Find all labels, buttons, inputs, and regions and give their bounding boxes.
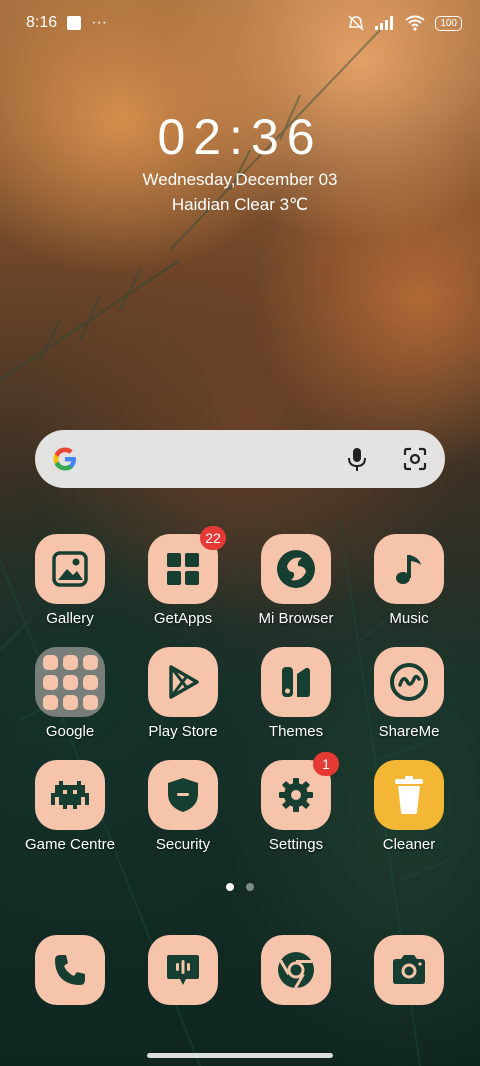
app-label: Security	[155, 836, 211, 853]
clock-widget-date: Wednesday,December 03	[142, 170, 338, 189]
app-shareme[interactable]: ShareMe	[354, 647, 464, 757]
music-icon	[374, 534, 444, 604]
page-dot	[246, 883, 254, 891]
battery-icon: 100	[435, 15, 462, 31]
app-getapps[interactable]: 22 GetApps	[128, 526, 238, 644]
shareme-icon	[374, 647, 444, 717]
notification-square-icon	[67, 16, 82, 30]
dock-phone[interactable]	[15, 935, 125, 1007]
app-label: Play Store	[148, 723, 218, 740]
play-store-icon	[148, 647, 218, 717]
messages-icon	[148, 935, 218, 1005]
app-mi-browser[interactable]: Mi Browser	[241, 534, 351, 644]
status-time: 8:16	[26, 14, 58, 31]
cleaner-icon	[374, 760, 444, 830]
game-icon	[35, 760, 105, 830]
app-label: Gallery	[46, 610, 94, 627]
app-label: ShareMe	[378, 723, 440, 740]
app-play-store[interactable]: Play Store	[128, 647, 238, 757]
status-bar: 8:16 ··· 100	[0, 0, 480, 46]
dock-chrome[interactable]	[241, 935, 351, 1007]
app-gallery[interactable]: Gallery	[15, 534, 125, 644]
app-label: Mi Browser	[258, 610, 334, 627]
app-settings[interactable]: 1 Settings	[241, 752, 351, 870]
app-label: GetApps	[153, 610, 213, 627]
mute-icon	[348, 15, 364, 31]
lens-icon[interactable]	[401, 445, 429, 473]
themes-icon	[261, 647, 331, 717]
folder-icon	[35, 647, 105, 717]
app-label: Settings	[268, 836, 324, 853]
app-themes[interactable]: Themes	[241, 647, 351, 757]
wifi-icon	[405, 15, 425, 31]
google-search-bar[interactable]	[35, 430, 445, 488]
chrome-icon	[261, 935, 331, 1005]
app-music[interactable]: Music	[354, 534, 464, 644]
google-g-icon	[53, 447, 76, 471]
app-game-centre[interactable]: Game Centre	[15, 760, 125, 870]
dock-messages[interactable]	[128, 935, 238, 1007]
app-label: Cleaner	[382, 836, 436, 853]
browser-icon	[261, 534, 331, 604]
app-label: Game Centre	[24, 836, 116, 853]
more-dots-icon: ···	[91, 14, 108, 31]
camera-icon	[374, 935, 444, 1005]
clock-widget-time[interactable]: 02:36	[0, 108, 480, 166]
dock-camera[interactable]	[354, 935, 464, 1007]
app-label: Google	[45, 723, 95, 740]
signal-icon	[375, 16, 394, 30]
notification-badge: 1	[313, 752, 339, 776]
app-cleaner[interactable]: Cleaner	[354, 760, 464, 870]
app-label: Themes	[268, 723, 324, 740]
folder-google[interactable]: Google	[15, 647, 125, 757]
gallery-icon	[35, 534, 105, 604]
home-gesture-bar[interactable]	[147, 1053, 333, 1058]
app-security[interactable]: Security	[128, 760, 238, 870]
weather-text[interactable]: Haidian Clear 3℃	[0, 195, 480, 215]
security-icon	[148, 760, 218, 830]
phone-icon	[35, 935, 105, 1005]
page-indicator	[0, 883, 480, 891]
app-label: Music	[389, 610, 429, 627]
page-dot-active	[226, 883, 234, 891]
mic-icon[interactable]	[343, 445, 371, 473]
notification-badge: 22	[200, 526, 226, 550]
